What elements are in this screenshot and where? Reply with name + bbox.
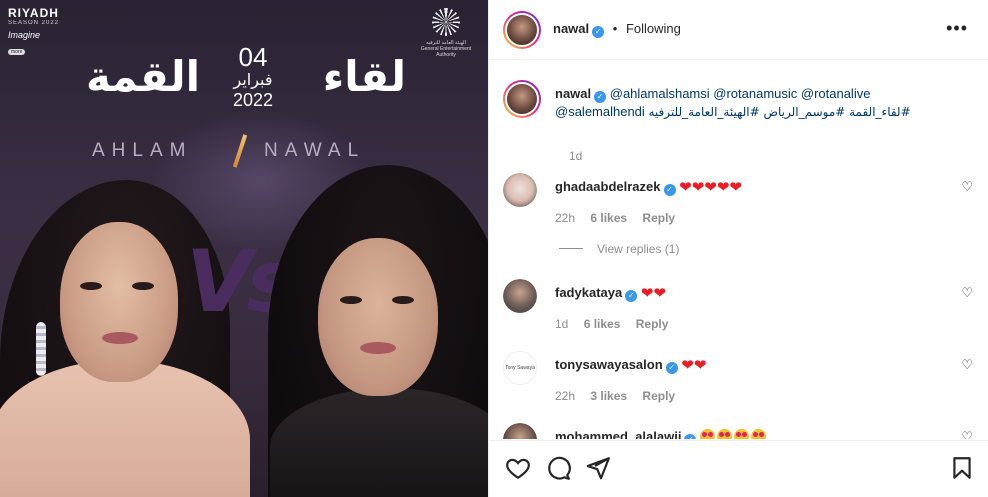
- verified-icon: ✓: [592, 26, 605, 38]
- commenter-username[interactable]: mohammed_alalawii: [555, 429, 681, 439]
- comment-bubble-icon[interactable]: [545, 455, 571, 481]
- poster-date: 04 فبراير 2022: [232, 42, 274, 110]
- caption-username[interactable]: nawal: [555, 86, 591, 101]
- like-heart-icon[interactable]: [505, 455, 531, 481]
- commenter-avatar[interactable]: [503, 279, 537, 313]
- post-image[interactable]: RIYADH SEASON 2022 Imagine more الهيئة ا…: [0, 0, 488, 497]
- commenter-username[interactable]: ghadaabdelrazek: [555, 179, 661, 194]
- commenter-avatar[interactable]: [503, 423, 537, 439]
- following-button[interactable]: Following: [626, 21, 681, 36]
- like-comment-heart-icon[interactable]: ♡: [961, 357, 973, 373]
- commenter-username[interactable]: tonysawayasalon: [555, 357, 663, 372]
- comment-item: ghadaabdelrazek ✓ ❤❤❤❤❤ 22h 6 likes Reply…: [503, 173, 975, 233]
- commenter-username[interactable]: fadykataya: [555, 285, 622, 300]
- comment-text: ❤❤❤❤❤: [679, 179, 742, 196]
- save-bookmark-icon[interactable]: [949, 455, 975, 481]
- comment-item: mohammed_alalawii✓ ♡: [503, 423, 975, 439]
- heart-eyes-emoji-icon: [717, 429, 733, 439]
- verified-icon: ✓: [663, 184, 676, 196]
- verified-icon: ✓: [594, 91, 607, 103]
- separator-dot: •: [612, 21, 618, 36]
- singer-left-face: [60, 222, 178, 382]
- more-options-icon[interactable]: •••: [946, 18, 968, 39]
- comment-text: ❤❤: [681, 357, 707, 374]
- like-comment-heart-icon[interactable]: ♡: [961, 179, 973, 195]
- heart-eyes-emoji-icon: [700, 429, 716, 439]
- heart-eyes-emoji-icon: [751, 429, 767, 439]
- replies-line: [559, 248, 583, 249]
- reply-button[interactable]: Reply: [642, 389, 675, 403]
- comment-item: fadykataya ✓ ❤❤ 1d 6 likes Reply ♡: [503, 279, 975, 339]
- commenter-avatar[interactable]: Tony Sawaya: [503, 351, 537, 385]
- verified-icon: ✓: [684, 434, 697, 439]
- caption-text: nawal ✓ @ahlamalshamsi @rotanamusic @rota…: [555, 85, 965, 121]
- comment-likes[interactable]: 6 likes: [584, 317, 621, 331]
- comment-time: 1d: [555, 317, 569, 331]
- heart-eyes-emoji-icon: [734, 429, 750, 439]
- commenter-avatar[interactable]: [503, 173, 537, 207]
- post-action-bar: [489, 440, 988, 497]
- reply-button[interactable]: Reply: [642, 211, 675, 225]
- caption-mentions[interactable]: @ahlamalshamsi @rotanamusic @rotanalive: [610, 86, 871, 101]
- caption-mention-salem[interactable]: @salemalhendi: [555, 104, 645, 119]
- author-username[interactable]: nawal: [553, 21, 589, 36]
- comment-time: 22h: [555, 389, 576, 403]
- gea-logo: الهيئة العامة للترفيه General Entertainm…: [418, 8, 474, 58]
- share-paper-plane-icon[interactable]: [585, 455, 611, 481]
- author-avatar[interactable]: [503, 11, 541, 49]
- view-replies-button[interactable]: View replies (1): [559, 242, 679, 256]
- comment-item: Tony Sawaya tonysawayasalon ✓ ❤❤ 22h 3 li…: [503, 351, 975, 411]
- earring: [36, 322, 46, 376]
- comments-list[interactable]: nawal ✓ @ahlamalshamsi @rotanamusic @rota…: [489, 61, 988, 439]
- post-side-panel: nawal ✓ • Following ••• nawal ✓ @ahlamalsh…: [488, 0, 988, 497]
- riyadh-season-logo: RIYADH SEASON 2022 Imagine more: [8, 6, 60, 55]
- caption-hashtags[interactable]: #لقاء_القمة #موسم_الرياض #الهيئة_العامة_…: [648, 105, 910, 119]
- gea-burst-icon: [432, 8, 460, 36]
- like-comment-heart-icon[interactable]: ♡: [961, 429, 973, 439]
- caption-avatar[interactable]: [503, 80, 541, 118]
- comment-time: 22h: [555, 211, 576, 225]
- post-header: nawal ✓ • Following •••: [489, 0, 988, 60]
- like-comment-heart-icon[interactable]: ♡: [961, 285, 973, 301]
- singer-right-face: [318, 238, 438, 396]
- reply-button[interactable]: Reply: [636, 317, 669, 331]
- comment-emojis: [700, 429, 768, 439]
- comment-likes[interactable]: 3 likes: [590, 389, 627, 403]
- caption-timestamp: 1d: [569, 149, 583, 163]
- comment-text: ❤❤: [640, 285, 666, 302]
- verified-icon: ✓: [625, 290, 638, 302]
- comment-likes[interactable]: 6 likes: [590, 211, 627, 225]
- verified-icon: ✓: [665, 362, 678, 374]
